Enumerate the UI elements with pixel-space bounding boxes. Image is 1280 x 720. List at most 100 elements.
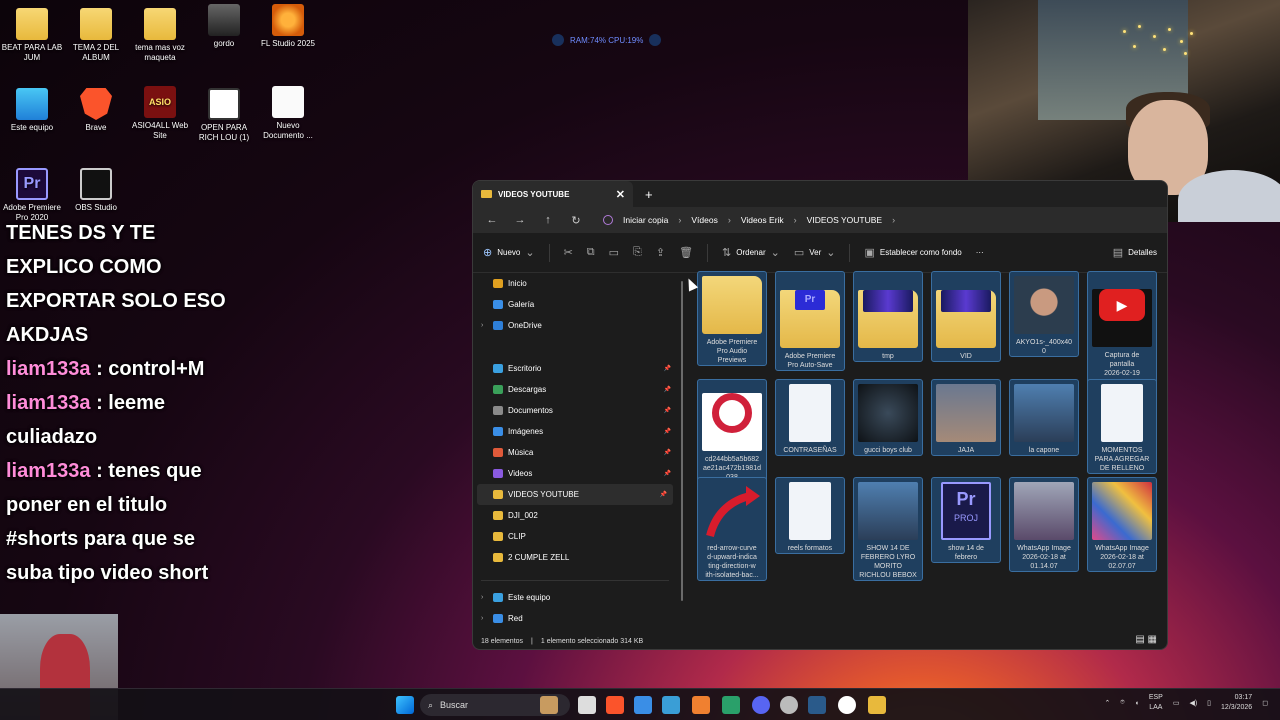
sidebar-item[interactable]: Música 📌 [473, 442, 677, 463]
notification-icon[interactable]: ◻ [1262, 699, 1268, 707]
tab-videos-youtube[interactable]: VIDEOS YOUTUBE ✕ [473, 181, 633, 207]
desktop-icon[interactable]: OPEN PARA RICH LOU (1) [192, 88, 256, 143]
desktop-icon[interactable]: Este equipo [0, 88, 64, 133]
desktop-icon[interactable]: BEAT PARA LAB JUM [0, 8, 64, 63]
set-background-button[interactable]: ▣ Establecer como fondo [864, 246, 961, 259]
sidebar-item[interactable]: CLIP [473, 526, 677, 547]
file-item[interactable]: ▶Captura de pantalla 2026-02-19 212503 [1087, 271, 1157, 388]
breadcrumb-item[interactable]: Vídeos [691, 215, 717, 225]
file-item[interactable]: MOMENTOS PARA AGREGAR DE RELLENO [1087, 379, 1157, 474]
sidebar-item[interactable]: › Este equipo [473, 587, 677, 608]
sidebar-item[interactable]: 2 CUMPLE ZELL [473, 547, 677, 568]
sidebar-item[interactable]: Documentos 📌 [473, 400, 677, 421]
expand-chevron-icon[interactable]: › [481, 322, 483, 329]
file-explorer-icon[interactable] [868, 696, 886, 714]
language-indicator[interactable]: ESP LAA [1149, 693, 1163, 713]
desktop-icon[interactable]: gordo [192, 4, 256, 49]
file-item[interactable]: Pr Adobe Premiere Pro Auto-Save [775, 271, 845, 371]
mic-icon[interactable]: ◖ [1135, 700, 1139, 707]
clock[interactable]: 03:17 12/3/2026 [1221, 693, 1252, 713]
sort-button[interactable]: ⇅ Ordenar ⌄ [722, 246, 780, 259]
discord-icon[interactable] [752, 696, 770, 714]
sidebar-item[interactable]: Inicio [473, 273, 677, 294]
desktop-icon[interactable]: ASIO ASIO4ALL Web Site [128, 86, 192, 141]
desktop-icon[interactable]: Brave [64, 88, 128, 133]
battery-icon[interactable]: ▯ [1207, 699, 1211, 707]
file-item[interactable]: tmp [853, 271, 923, 362]
file-item[interactable]: reels formatos [775, 477, 845, 554]
file-item[interactable]: JAJA [931, 379, 1001, 456]
window-icon[interactable] [578, 696, 596, 714]
brave-icon[interactable] [606, 696, 624, 714]
app-icon[interactable] [722, 696, 740, 714]
doc-icon [272, 86, 304, 118]
file-item[interactable]: gucci boys club [853, 379, 923, 456]
view-button[interactable]: ▭ Ver ⌄ [794, 246, 836, 259]
sidebar-item[interactable]: Descargas 📌 [473, 379, 677, 400]
file-item[interactable]: cd244bb5a5b682 ae21ac472b1981d 038 [697, 379, 767, 483]
breadcrumb-item[interactable]: VIDEOS YOUTUBE [807, 215, 882, 225]
expand-chevron-icon[interactable]: › [481, 594, 483, 601]
paste-icon[interactable]: ▭ [609, 246, 619, 259]
file-item[interactable]: Adobe Premiere Pro Audio Previews [697, 271, 767, 366]
cut-icon[interactable]: ✂ [564, 246, 573, 259]
desktop-icon[interactable]: FL Studio 2025 [256, 4, 320, 49]
calculator-icon[interactable] [634, 696, 652, 714]
file-item[interactable]: AKYO1s-_400x40 0 [1009, 271, 1079, 357]
copy-icon[interactable]: ⧉ [587, 246, 595, 259]
arrow-icon[interactable] [649, 34, 662, 46]
expand-chevron-icon[interactable]: › [481, 615, 483, 622]
volume-icon[interactable]: ◀) [1189, 699, 1197, 707]
rename-icon[interactable]: ⎘ [633, 246, 642, 259]
sidebar-scrollbar[interactable] [681, 281, 683, 601]
file-item[interactable]: WhatsApp Image 2026-02-18 at 01.14.07 [1009, 477, 1079, 572]
more-button[interactable]: ··· [976, 248, 984, 257]
sidebar-item[interactable]: Imágenes 📌 [473, 421, 677, 442]
desktop-icon[interactable]: TEMA 2 DEL ALBUM [64, 8, 128, 63]
file-item[interactable]: SHOW 14 DE FEBRERO LYRO MORITO RICHLOU B… [853, 477, 923, 581]
new-button[interactable]: ⊕ Nuevo ⌄ [483, 246, 535, 259]
file-item[interactable]: red-arrow-curve d-upward-indica ting-dir… [697, 477, 767, 581]
breadcrumb[interactable]: Iniciar copia › Vídeos › Videos Erik › V… [603, 215, 895, 225]
start-button[interactable] [396, 696, 414, 714]
sidebar-item[interactable]: › Red [473, 608, 677, 629]
share-icon[interactable]: ⇪ [656, 246, 665, 259]
sidebar-item[interactable]: VIDEOS YOUTUBE 📌 [477, 484, 673, 505]
close-tab-icon[interactable]: ✕ [616, 188, 625, 201]
forward-button[interactable]: → [511, 214, 529, 226]
calendar-icon[interactable] [662, 696, 680, 714]
file-item[interactable]: Pr PROJ show 14 de febrero [931, 477, 1001, 563]
desktop-icon[interactable]: Pr Adobe Premiere Pro 2020 [0, 168, 64, 223]
sidebar-item[interactable]: › OneDrive [473, 315, 677, 336]
file-item[interactable]: CONTRASEÑAS [775, 379, 845, 456]
chevron-up-icon[interactable]: ⌃ [1105, 699, 1111, 707]
desktop-icon[interactable]: OBS Studio [64, 168, 128, 213]
fl-studio-icon[interactable] [692, 696, 710, 714]
view-toggle[interactable]: ▤ ▦ [1135, 634, 1157, 645]
ai-app-icon[interactable] [540, 696, 558, 714]
back-button[interactable]: ← [483, 214, 501, 226]
settings-icon[interactable] [780, 696, 798, 714]
new-tab-button[interactable]: + [645, 187, 653, 202]
refresh-button[interactable]: ↻ [567, 214, 585, 227]
breadcrumb-item[interactable]: Videos Erik [741, 215, 784, 225]
file-item[interactable]: VID [931, 271, 1001, 362]
obs-icon [80, 168, 112, 200]
sidebar-item[interactable]: Videos 📌 [473, 463, 677, 484]
up-button[interactable]: ↑ [539, 214, 557, 226]
media-player-icon[interactable] [838, 696, 856, 714]
steam-icon[interactable] [808, 696, 826, 714]
delete-icon[interactable]: 🗑 [679, 246, 693, 259]
details-button[interactable]: ▤ Detalles [1113, 246, 1157, 259]
sidebar-item[interactable]: Escritorio 📌 [473, 358, 677, 379]
network-icon[interactable]: ▭ [1173, 699, 1180, 707]
desktop-icon[interactable]: Nuevo Documento ... [256, 86, 320, 141]
file-item[interactable]: WhatsApp Image 2026-02-18 at 02.07.07 [1087, 477, 1157, 572]
file-item[interactable]: la capone [1009, 379, 1079, 456]
sidebar-item[interactable]: Galería [473, 294, 677, 315]
image-thumbnail [1014, 482, 1074, 540]
sidebar-item[interactable]: DJI_002 [473, 505, 677, 526]
wifi-icon[interactable]: ⌾ [1120, 699, 1124, 707]
breadcrumb-item[interactable]: Iniciar copia [623, 215, 668, 225]
desktop-icon[interactable]: tema mas voz maqueta [128, 8, 192, 63]
